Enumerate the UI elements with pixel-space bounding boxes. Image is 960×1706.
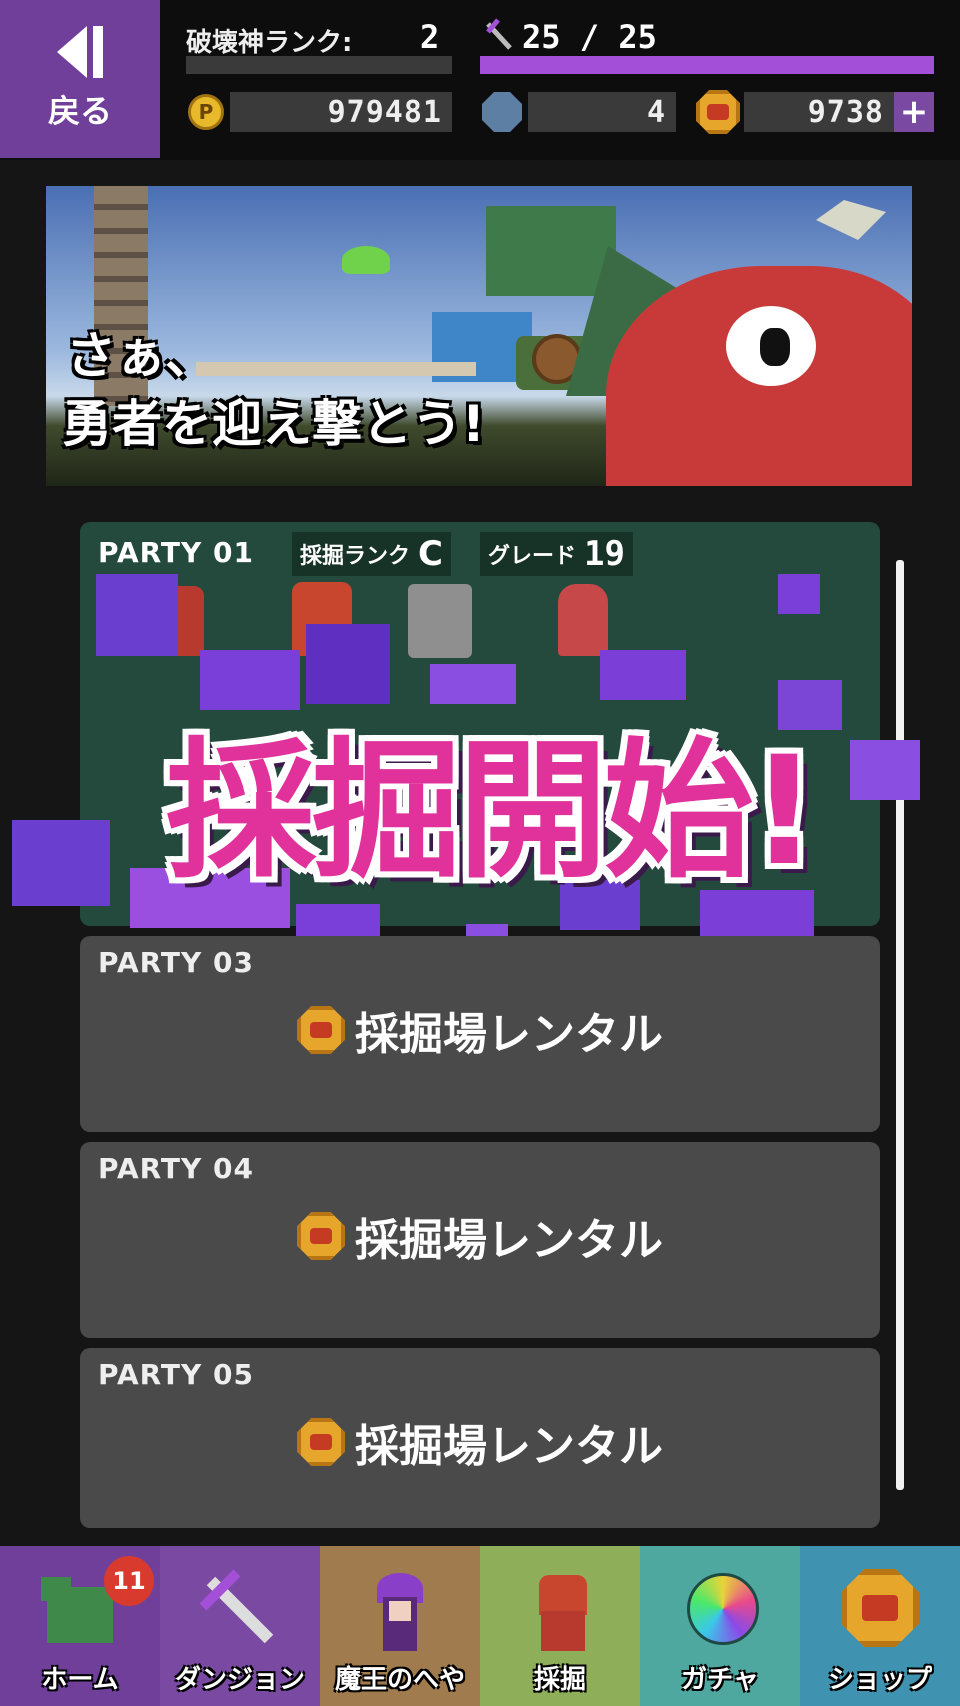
party-04-rental-label: 採掘場レンタル: [355, 1215, 663, 1266]
tab-home[interactable]: 11 ホーム: [0, 1546, 160, 1706]
party-character-4: [558, 584, 608, 656]
party-05-rental-button[interactable]: 採掘場レンタル: [80, 1410, 880, 1474]
grade-value: 19: [584, 534, 625, 574]
back-label: 戻る: [47, 92, 112, 130]
party-01-title: PARTY 01: [98, 536, 255, 569]
bottom-nav: 11 ホーム ダンジョン 魔王のへや 採掘 ガチャ ショップ: [0, 1546, 960, 1706]
rank-label: 破壊神ランク:: [186, 28, 353, 58]
gem-icon: [482, 92, 522, 132]
dig-rank-label: 採掘ランク: [300, 544, 411, 569]
demon-lord-icon: [357, 1567, 443, 1653]
party-05-title: PARTY 05: [98, 1358, 255, 1391]
party-character-3: [408, 584, 472, 658]
stamina-bar-track: [480, 56, 934, 74]
gem-value: 4: [528, 92, 676, 132]
red-monster-eye: [726, 306, 816, 386]
party-03-rental-button[interactable]: 採掘場レンタル: [80, 998, 880, 1062]
banner-line-1: さぁ、: [66, 327, 215, 385]
town-silhouette: [196, 362, 476, 376]
party-04-card[interactable]: PARTY 04 採掘場レンタル: [80, 1142, 880, 1338]
tab-shop-label: ショップ: [827, 1665, 932, 1695]
p-coin-icon: P: [188, 94, 224, 130]
medal-icon: [297, 1212, 345, 1260]
grade: グレード 19: [480, 532, 633, 576]
medal-icon: [297, 1418, 345, 1466]
party-03-rental-label: 採掘場レンタル: [355, 1009, 663, 1060]
banner-line-2: 勇者を迎え撃とう!: [62, 395, 485, 453]
green-dragon-head: [486, 206, 616, 296]
back-button[interactable]: 戻る: [0, 0, 160, 158]
tab-demon-lord-room[interactable]: 魔王のへや: [320, 1546, 480, 1706]
tab-demon-lord-room-label: 魔王のへや: [334, 1665, 465, 1695]
stamina-text: 25 / 25: [522, 18, 657, 56]
dig-rank: 採掘ランク C: [292, 532, 451, 576]
tab-gacha[interactable]: ガチャ: [640, 1546, 800, 1706]
medal-value: 9738: [744, 92, 894, 132]
tab-home-label: ホーム: [41, 1665, 119, 1695]
gacha-orb-icon: [677, 1567, 763, 1653]
slime-sprite: [342, 246, 390, 274]
event-banner[interactable]: さぁ、 勇者を迎え撃とう!: [46, 186, 912, 486]
back-arrow-icon: [57, 26, 103, 78]
tab-mining[interactable]: 採掘: [480, 1546, 640, 1706]
party-03-card[interactable]: PARTY 03 採掘場レンタル: [80, 936, 880, 1132]
tab-dungeon[interactable]: ダンジョン: [160, 1546, 320, 1706]
tab-gacha-label: ガチャ: [681, 1665, 759, 1695]
tab-mining-label: 採掘: [533, 1665, 586, 1695]
dig-start-overlay-text: 採掘開始!: [165, 725, 818, 899]
party-05-card[interactable]: PARTY 05 採掘場レンタル: [80, 1348, 880, 1528]
add-medal-button[interactable]: +: [894, 92, 934, 132]
tab-shop[interactable]: ショップ: [800, 1546, 960, 1706]
grade-label: グレード: [488, 544, 577, 569]
rank-value: 2: [420, 18, 440, 56]
party-04-title: PARTY 04: [98, 1152, 255, 1185]
pickaxe-icon: [197, 1567, 283, 1653]
stamina-bar-fill: [480, 56, 934, 74]
pickaxe-stamina-icon: [484, 18, 514, 54]
medal-icon: [297, 1006, 345, 1054]
miner-icon: [517, 1567, 603, 1653]
tab-dungeon-label: ダンジョン: [174, 1665, 305, 1695]
dig-rank-value: C: [418, 534, 443, 574]
party-03-title: PARTY 03: [98, 946, 255, 979]
party-04-rental-button[interactable]: 採掘場レンタル: [80, 1204, 880, 1268]
medal-icon: [837, 1567, 923, 1653]
points-value: 979481: [230, 92, 452, 132]
bone-bird-sprite: [816, 200, 886, 240]
party-05-rental-label: 採掘場レンタル: [355, 1421, 663, 1472]
rank-progress-bar: [186, 56, 452, 74]
home-notification-badge: 11: [104, 1556, 154, 1606]
